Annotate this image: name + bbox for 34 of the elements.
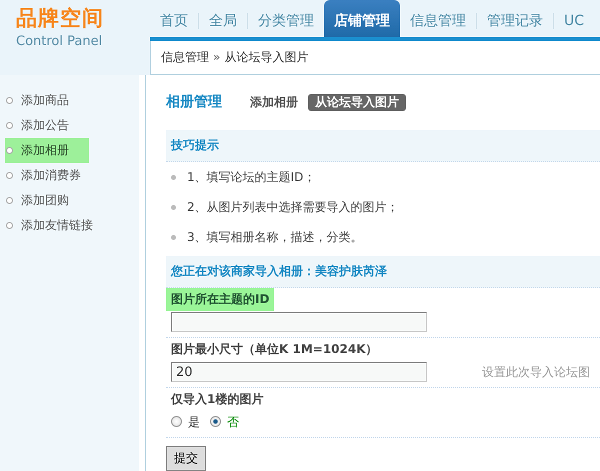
radio-button[interactable]: [171, 416, 182, 428]
bullet-icon: [171, 204, 176, 210]
bullet-icon: [171, 174, 176, 180]
radio-label: 否: [227, 414, 239, 430]
sidebar-item[interactable]: 添加友情链接: [0, 213, 139, 238]
tip-text: 1、填写论坛的主题ID；: [187, 170, 316, 184]
input-field[interactable]: 20: [171, 362, 427, 382]
tips-title: 技巧提示: [171, 138, 219, 153]
radio-label: 是: [188, 414, 200, 430]
field-label: 图片所在主题的ID: [166, 288, 274, 311]
input-field[interactable]: [171, 312, 427, 332]
breadcrumb-separator: »: [213, 50, 220, 65]
form-heading: 您正在对该商家导入相册：美容护肤芮泽: [171, 264, 387, 279]
sidebar-item[interactable]: 添加消费券: [0, 163, 139, 188]
section-tab[interactable]: 添加相册: [250, 95, 298, 110]
logo-subtitle: Control Panel: [16, 34, 104, 50]
sidebar-item[interactable]: 添加商品: [0, 88, 139, 113]
logo-title: 品牌空间: [16, 6, 105, 30]
nav-tab[interactable]: 店铺管理: [324, 0, 400, 37]
sidebar-item[interactable]: 添加公告: [0, 113, 139, 138]
field-label: 仅导入1楼的图片: [170, 391, 264, 408]
field-label: 图片最小尺寸（单位K 1M=1024K）: [170, 341, 379, 358]
breadcrumb-current: 从论坛导入图片: [224, 50, 308, 65]
sidebar-item[interactable]: 添加相册: [5, 138, 89, 163]
section-title: 相册管理: [166, 94, 222, 111]
radio-button[interactable]: [210, 416, 221, 428]
submit-button[interactable]: 提交: [166, 446, 206, 471]
tip-text: 2、从图片列表中选择需要导入的图片；: [187, 200, 399, 214]
section-tab[interactable]: 从论坛导入图片: [308, 94, 406, 111]
sidebar-item[interactable]: 添加团购: [0, 188, 139, 213]
tip-text: 3、填写相册名称，描述，分类。: [187, 230, 363, 244]
field-hint: 设置此次导入论坛图: [482, 364, 590, 380]
bullet-icon: [171, 234, 176, 240]
breadcrumb-link[interactable]: 信息管理: [161, 50, 209, 65]
